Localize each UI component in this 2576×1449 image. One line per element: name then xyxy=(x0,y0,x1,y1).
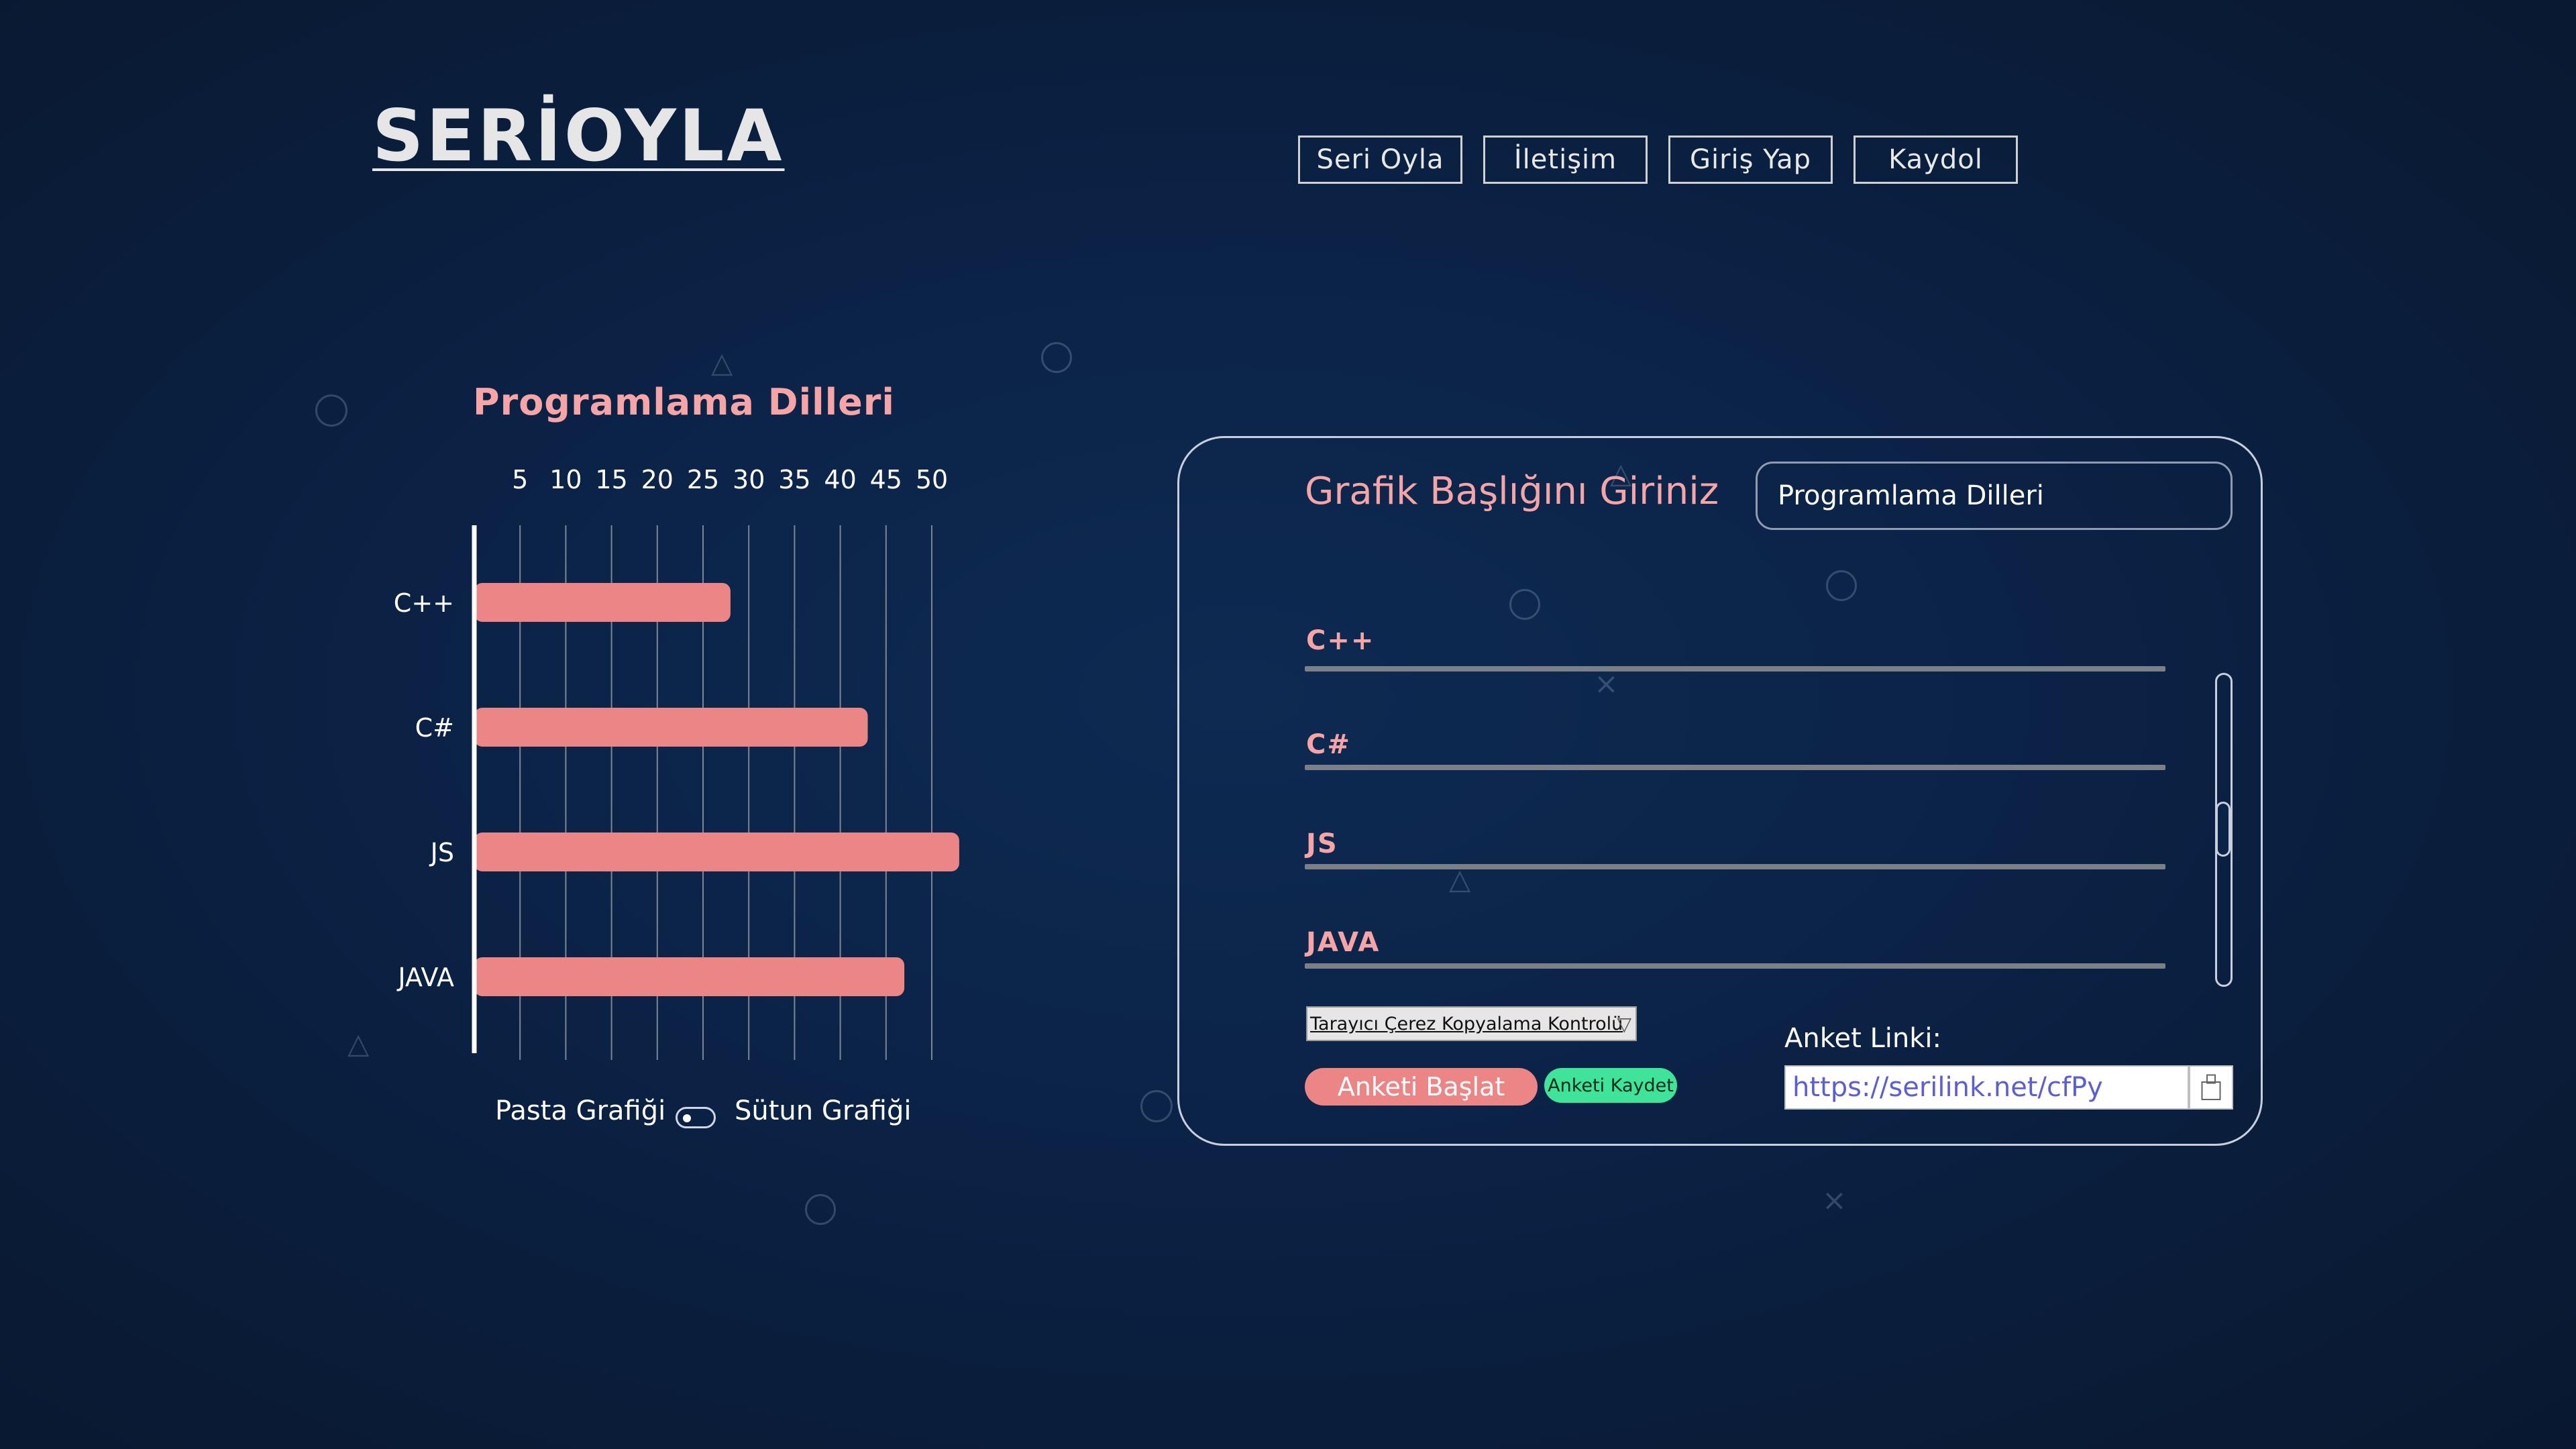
option-label-csharp[interactable]: C# xyxy=(1306,729,1351,760)
copy-icon xyxy=(2201,1074,2221,1100)
decor-circle xyxy=(805,1194,836,1225)
cookie-control-select[interactable]: Tarayıcı Çerez Kopyalama Kontrolü ▽ xyxy=(1306,1006,1637,1041)
scrollbar-thumb[interactable] xyxy=(2216,802,2231,857)
chart-title-input[interactable]: Programlama Dilleri xyxy=(1756,462,2233,530)
option-input-line[interactable] xyxy=(1305,864,2165,869)
chart-type-toggle[interactable] xyxy=(676,1107,716,1128)
tick-label: 30 xyxy=(733,465,765,494)
nav-seri-oyla[interactable]: Seri Oyla xyxy=(1298,136,1462,184)
tick-label: 35 xyxy=(778,465,810,494)
select-value: Tarayıcı Çerez Kopyalama Kontrolü xyxy=(1310,1013,1623,1034)
tick-label: 25 xyxy=(687,465,719,494)
tick-label: 40 xyxy=(824,465,856,494)
survey-link-label: Anket Linki: xyxy=(1784,1023,1941,1054)
option-input-line[interactable] xyxy=(1305,963,2165,969)
decor-triangle: △ xyxy=(711,346,733,379)
toggle-label-pie: Pasta Grafiği xyxy=(495,1095,666,1126)
option-input-line[interactable] xyxy=(1305,666,2165,672)
category-label: JS xyxy=(429,838,454,867)
tick-label: 45 xyxy=(870,465,902,494)
category-label: C++ xyxy=(394,588,454,618)
chart-title-label: Grafik Başlığını Giriniz xyxy=(1305,470,1719,513)
tick-label: 10 xyxy=(549,465,582,494)
option-label-cpp[interactable]: C++ xyxy=(1306,625,1375,656)
bar xyxy=(474,708,868,747)
decor-x: × xyxy=(1822,1183,1847,1218)
bar-chart: 5 10 15 20 25 30 35 40 45 50 C++ C# JS JAVA xyxy=(394,465,959,1060)
toggle-label-column: Sütun Grafiği xyxy=(735,1095,912,1126)
bar xyxy=(474,833,959,871)
decor-circle xyxy=(1140,1090,1173,1122)
toggle-knob xyxy=(683,1114,691,1122)
bar xyxy=(474,957,905,996)
tick-label: 50 xyxy=(916,465,948,494)
nav-giris-yap[interactable]: Giriş Yap xyxy=(1668,136,1833,184)
tick-label: 5 xyxy=(512,465,528,494)
tick-label: 15 xyxy=(595,465,627,494)
chart-title: Programlama Dilleri xyxy=(473,381,895,423)
option-input-line[interactable] xyxy=(1305,765,2165,770)
decor-circle xyxy=(1041,342,1072,373)
nav-kaydol[interactable]: Kaydol xyxy=(1854,136,2018,184)
decor-circle xyxy=(315,394,347,427)
site-logo[interactable]: SERİOYLA xyxy=(372,101,784,172)
category-label: JAVA xyxy=(396,963,454,992)
option-label-java[interactable]: JAVA xyxy=(1306,927,1380,958)
save-survey-button[interactable]: Anketi Kaydet xyxy=(1544,1068,1677,1103)
option-label-js[interactable]: JS xyxy=(1306,828,1338,859)
chevron-down-icon: ▽ xyxy=(1617,1013,1631,1035)
nav-iletisim[interactable]: İletişim xyxy=(1483,136,1648,184)
bar xyxy=(474,583,731,622)
category-label: C# xyxy=(415,713,454,743)
copy-link-button[interactable] xyxy=(2189,1065,2233,1110)
tick-label: 20 xyxy=(641,465,674,494)
start-survey-button[interactable]: Anketi Başlat xyxy=(1305,1068,1538,1106)
survey-link-field[interactable]: https://serilink.net/cfPy xyxy=(1784,1065,2189,1110)
